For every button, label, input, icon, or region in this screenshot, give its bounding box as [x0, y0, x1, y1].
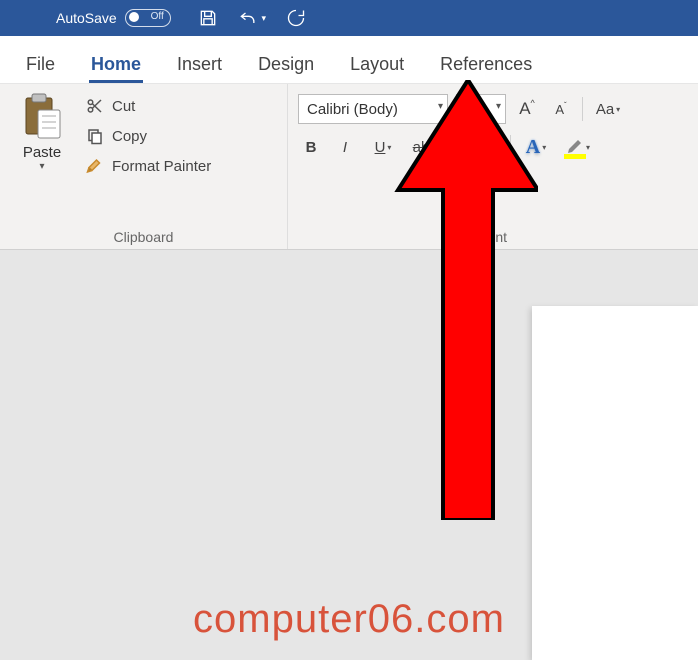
quick-access-toolbar: ▾	[193, 3, 311, 33]
undo-icon	[237, 8, 259, 28]
underline-button[interactable]: U▾	[366, 134, 400, 160]
autosave-toggle[interactable]: Off	[125, 9, 171, 27]
toggle-knob-icon	[129, 12, 139, 22]
tab-design[interactable]: Design	[240, 44, 332, 83]
text-effects-button[interactable]: A ▾	[519, 134, 553, 160]
paste-label: Paste	[23, 144, 61, 161]
group-font: Calibri (Body) ▾ 11 ▾ A^ Aˇ Aa▾	[288, 84, 698, 249]
chevron-down-icon: ▾	[616, 105, 620, 114]
redo-button[interactable]	[281, 3, 311, 33]
chevron-down-icon: ▾	[387, 143, 391, 152]
redo-icon	[286, 8, 306, 28]
chevron-down-icon: ▾	[496, 101, 501, 112]
ribbon: Paste ▾ Cut	[0, 84, 698, 250]
font-size-value: 11	[463, 101, 479, 118]
chevron-down-icon: ▾	[39, 161, 44, 172]
subscript-button[interactable]: x2	[442, 134, 468, 160]
superscript-button[interactable]: x2	[476, 134, 502, 160]
scissors-icon	[84, 96, 106, 116]
copy-label: Copy	[112, 128, 147, 145]
divider	[582, 97, 583, 121]
divider	[510, 135, 511, 159]
chevron-down-icon: ▾	[542, 143, 546, 152]
group-clipboard: Paste ▾ Cut	[0, 84, 288, 249]
chevron-down-icon: ▾	[261, 13, 266, 24]
cut-label: Cut	[112, 98, 135, 115]
font-name-select[interactable]: Calibri (Body) ▾	[298, 94, 448, 124]
strike-icon: ab	[413, 139, 430, 156]
tab-file[interactable]: File	[8, 44, 73, 83]
highlight-icon	[566, 139, 584, 155]
tab-home[interactable]: Home	[73, 44, 159, 83]
save-icon	[198, 8, 218, 28]
autosave-label: AutoSave	[56, 10, 117, 26]
save-button[interactable]	[193, 3, 223, 33]
ribbon-tabs: File Home Insert Design Layout Reference…	[0, 36, 698, 84]
copy-button[interactable]: Copy	[80, 124, 215, 148]
group-label-clipboard: Clipboard	[10, 223, 277, 245]
font-size-select[interactable]: 11 ▾	[456, 94, 506, 124]
format-painter-button[interactable]: Format Painter	[80, 154, 215, 178]
change-case-button[interactable]: Aa▾	[591, 96, 625, 122]
highlight-button[interactable]: ▾	[561, 134, 595, 160]
tab-layout[interactable]: Layout	[332, 44, 422, 83]
strikethrough-button[interactable]: ab	[408, 134, 434, 160]
chevron-down-icon: ▾	[586, 143, 590, 152]
copy-icon	[84, 126, 106, 146]
tab-references[interactable]: References	[422, 44, 550, 83]
autosave-state: Off	[151, 11, 164, 22]
format-painter-label: Format Painter	[112, 158, 211, 175]
grow-font-button[interactable]: A^	[514, 96, 540, 122]
font-name-value: Calibri (Body)	[307, 101, 398, 118]
paste-icon	[20, 92, 64, 140]
cut-button[interactable]: Cut	[80, 94, 215, 118]
title-bar: AutoSave Off ▾	[0, 0, 698, 36]
watermark-text: computer06.com	[0, 597, 698, 642]
italic-button[interactable]: I	[332, 134, 358, 160]
chevron-down-icon: ▾	[438, 101, 443, 112]
paste-button[interactable]: Paste ▾	[10, 90, 74, 178]
bold-button[interactable]: B	[298, 134, 324, 160]
text-effects-icon: A	[526, 136, 540, 159]
group-label-font: Font	[298, 223, 688, 245]
shrink-font-button[interactable]: Aˇ	[548, 96, 574, 122]
tab-insert[interactable]: Insert	[159, 44, 240, 83]
undo-button[interactable]: ▾	[237, 3, 267, 33]
brush-icon	[84, 156, 106, 176]
